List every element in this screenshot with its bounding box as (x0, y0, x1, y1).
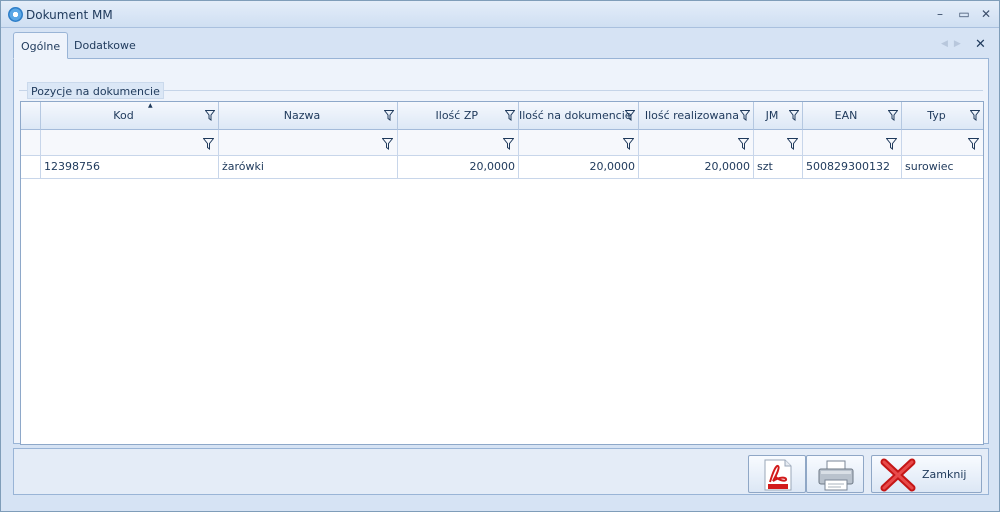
tab-strip: Ogólne Dodatkowe ◀▶ ✕ (1, 29, 999, 59)
filter-icon[interactable] (888, 110, 898, 121)
tab-dodatkowe[interactable]: Dodatkowe (67, 32, 143, 59)
group-label: Pozycje na dokumencie (27, 82, 164, 99)
column-header-jm[interactable]: JM (754, 102, 803, 130)
close-button-label: Zamknij (922, 468, 967, 481)
tab-ogolne[interactable]: Ogólne (13, 32, 69, 59)
tab-prev-icon[interactable]: ◀ (941, 39, 954, 49)
filter-icon[interactable] (968, 138, 979, 150)
cell-ilosc-realizowana[interactable]: 20,0000 (639, 156, 754, 179)
column-header-ilosc-zp[interactable]: Ilość ZP (398, 102, 519, 130)
column-header-typ[interactable]: Typ (902, 102, 983, 130)
tab-next-icon[interactable]: ▶ (954, 39, 967, 49)
grid-corner (21, 102, 41, 130)
filter-icon[interactable] (886, 138, 897, 150)
filter-cell-ilosc-na-dokumencie[interactable] (519, 130, 639, 156)
app-icon (8, 7, 23, 22)
filter-row-header (21, 130, 41, 156)
printer-icon (818, 460, 854, 491)
title-bar: Dokument MM – ▭ ✕ (1, 1, 999, 28)
bottom-panel: Zamknij (13, 448, 989, 495)
tab-scroll-arrows[interactable]: ◀▶ (941, 39, 967, 49)
filter-cell-typ[interactable] (902, 130, 983, 156)
tab-close-icon[interactable]: ✕ (975, 37, 986, 52)
filter-icon[interactable] (789, 110, 799, 121)
filter-icon[interactable] (382, 138, 393, 150)
print-button[interactable] (806, 455, 864, 493)
column-header-nazwa[interactable]: Nazwa (219, 102, 398, 130)
maximize-button[interactable]: ▭ (955, 6, 973, 22)
cell-ilosc-zp[interactable]: 20,0000 (398, 156, 519, 179)
filter-cell-jm[interactable] (754, 130, 803, 156)
filter-cell-ean[interactable] (803, 130, 902, 156)
close-window-button[interactable]: ✕ (977, 6, 995, 22)
window-title: Dokument MM (26, 8, 113, 22)
column-header-ilosc-na-dokumencie[interactable]: Ilość na dokumencie (519, 102, 639, 130)
positions-grid: ▲ Kod Nazwa Ilość ZP Ilość na dokumencie… (20, 101, 984, 445)
filter-icon[interactable] (738, 138, 749, 150)
filter-icon[interactable] (625, 110, 635, 121)
filter-icon[interactable] (970, 110, 980, 121)
column-header-ilosc-realizowana[interactable]: Ilość realizowana (639, 102, 754, 130)
filter-icon[interactable] (503, 138, 514, 150)
column-header-ean[interactable]: EAN (803, 102, 902, 130)
filter-cell-kod[interactable] (41, 130, 219, 156)
filter-icon[interactable] (384, 110, 394, 121)
minimize-button[interactable]: – (931, 6, 949, 22)
column-header-kod[interactable]: ▲ Kod (41, 102, 219, 130)
pdf-icon (764, 459, 792, 491)
filter-icon[interactable] (623, 138, 634, 150)
filter-icon[interactable] (203, 138, 214, 150)
cell-typ[interactable]: surowiec (902, 156, 983, 179)
filter-icon[interactable] (740, 110, 750, 121)
cell-ean[interactable]: 500829300132 (803, 156, 902, 179)
cell-ilosc-na-dokumencie[interactable]: 20,0000 (519, 156, 639, 179)
tab-page-ogolne: Pozycje na dokumencie ▲ Kod Nazwa Ilość … (13, 58, 989, 445)
filter-icon[interactable] (787, 138, 798, 150)
row-header[interactable] (21, 156, 41, 179)
cell-kod[interactable]: 12398756 (41, 156, 219, 179)
sort-ascending-icon: ▲ (148, 102, 153, 109)
filter-cell-ilosc-zp[interactable] (398, 130, 519, 156)
cell-jm[interactable]: szt (754, 156, 803, 179)
export-pdf-button[interactable] (748, 455, 806, 493)
filter-icon[interactable] (505, 110, 515, 121)
close-button[interactable]: Zamknij (871, 455, 982, 493)
red-x-icon (880, 458, 916, 492)
cell-nazwa[interactable]: żarówki (219, 156, 398, 179)
dokument-mm-window: Dokument MM – ▭ ✕ Ogólne Dodatkowe ◀▶ ✕ … (0, 0, 1000, 512)
filter-icon[interactable] (205, 110, 215, 121)
filter-cell-nazwa[interactable] (219, 130, 398, 156)
filter-cell-ilosc-realizowana[interactable] (639, 130, 754, 156)
